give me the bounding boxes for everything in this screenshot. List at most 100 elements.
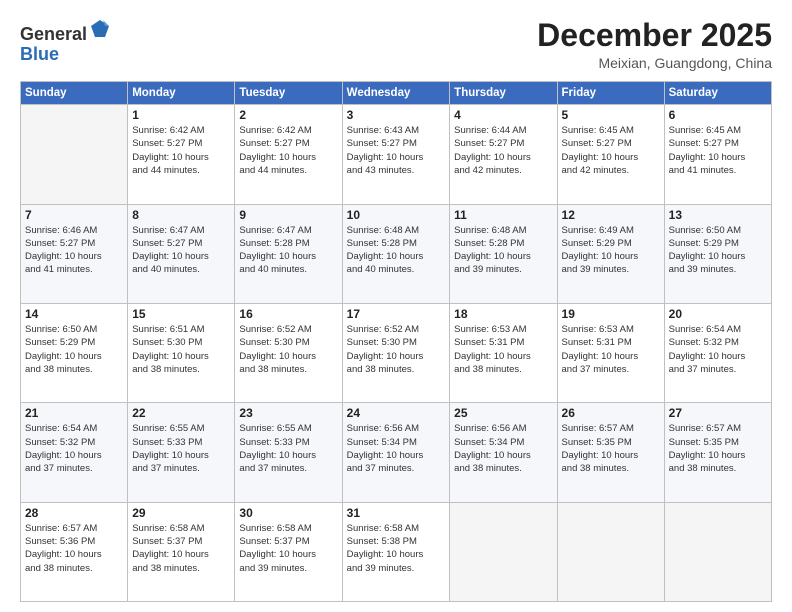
table-row: 3 Sunrise: 6:43 AMSunset: 5:27 PMDaylight… xyxy=(342,105,450,204)
day-number: 30 xyxy=(239,506,337,520)
day-info: Sunrise: 6:48 AMSunset: 5:28 PMDaylight:… xyxy=(347,224,446,277)
day-info: Sunrise: 6:47 AMSunset: 5:27 PMDaylight:… xyxy=(132,224,230,277)
day-info: Sunrise: 6:44 AMSunset: 5:27 PMDaylight:… xyxy=(454,124,552,177)
table-row: 18Sunrise: 6:53 AMSunset: 5:31 PMDayligh… xyxy=(450,303,557,402)
day-number: 8 xyxy=(132,208,230,222)
table-row: 9 Sunrise: 6:47 AMSunset: 5:28 PMDaylight… xyxy=(235,204,342,303)
table-row: 16Sunrise: 6:52 AMSunset: 5:30 PMDayligh… xyxy=(235,303,342,402)
table-row: 27 Sunrise: 6:57 AMSunset: 5:35 PMDayligh… xyxy=(664,403,771,502)
col-monday: Monday xyxy=(128,82,235,105)
day-info: Sunrise: 6:50 AMSunset: 5:29 PMDaylight:… xyxy=(669,224,767,277)
day-number: 7 xyxy=(25,208,123,222)
table-row: 29Sunrise: 6:58 AMSunset: 5:37 PMDayligh… xyxy=(128,502,235,601)
table-row: 1 Sunrise: 6:42 AMSunset: 5:27 PMDaylight… xyxy=(128,105,235,204)
day-info: Sunrise: 6:56 AMSunset: 5:34 PMDaylight:… xyxy=(347,422,446,475)
day-info: Sunrise: 6:51 AMSunset: 5:30 PMDaylight:… xyxy=(132,323,230,376)
table-row: 4Sunrise: 6:44 AMSunset: 5:27 PMDaylight… xyxy=(450,105,557,204)
day-info: Sunrise: 6:58 AMSunset: 5:37 PMDaylight:… xyxy=(239,522,337,575)
day-info: Sunrise: 6:46 AMSunset: 5:27 PMDaylight:… xyxy=(25,224,123,277)
day-info: Sunrise: 6:58 AMSunset: 5:37 PMDaylight:… xyxy=(132,522,230,575)
day-info: Sunrise: 6:45 AMSunset: 5:27 PMDaylight:… xyxy=(669,124,767,177)
calendar-table: Sunday Monday Tuesday Wednesday Thursday… xyxy=(20,81,772,602)
day-info: Sunrise: 6:42 AMSunset: 5:27 PMDaylight:… xyxy=(239,124,337,177)
table-row: 6 Sunrise: 6:45 AMSunset: 5:27 PMDaylight… xyxy=(664,105,771,204)
logo-icon xyxy=(89,18,111,40)
day-number: 2 xyxy=(239,108,337,122)
table-row: 22 Sunrise: 6:55 AMSunset: 5:33 PMDayligh… xyxy=(128,403,235,502)
table-row xyxy=(21,105,128,204)
table-row: 17 Sunrise: 6:52 AMSunset: 5:30 PMDayligh… xyxy=(342,303,450,402)
day-number: 9 xyxy=(239,208,337,222)
day-number: 11 xyxy=(454,208,552,222)
month-title: December 2025 xyxy=(537,18,772,53)
table-row: 19 Sunrise: 6:53 AMSunset: 5:31 PMDayligh… xyxy=(557,303,664,402)
table-row: 5Sunrise: 6:45 AMSunset: 5:27 PMDaylight… xyxy=(557,105,664,204)
day-number: 22 xyxy=(132,406,230,420)
day-number: 31 xyxy=(347,506,446,520)
logo-blue: Blue xyxy=(20,44,59,64)
col-tuesday: Tuesday xyxy=(235,82,342,105)
calendar-row: 7 Sunrise: 6:46 AMSunset: 5:27 PMDaylight… xyxy=(21,204,772,303)
title-area: December 2025 Meixian, Guangdong, China xyxy=(537,18,772,71)
table-row: 2 Sunrise: 6:42 AMSunset: 5:27 PMDaylight… xyxy=(235,105,342,204)
day-info: Sunrise: 6:50 AMSunset: 5:29 PMDaylight:… xyxy=(25,323,123,376)
col-wednesday: Wednesday xyxy=(342,82,450,105)
calendar-row: 14 Sunrise: 6:50 AMSunset: 5:29 PMDayligh… xyxy=(21,303,772,402)
table-row: 31 Sunrise: 6:58 AMSunset: 5:38 PMDayligh… xyxy=(342,502,450,601)
day-number: 28 xyxy=(25,506,123,520)
day-number: 10 xyxy=(347,208,446,222)
day-number: 23 xyxy=(239,406,337,420)
location-subtitle: Meixian, Guangdong, China xyxy=(537,55,772,71)
table-row: 15 Sunrise: 6:51 AMSunset: 5:30 PMDayligh… xyxy=(128,303,235,402)
day-number: 27 xyxy=(669,406,767,420)
day-info: Sunrise: 6:55 AMSunset: 5:33 PMDaylight:… xyxy=(239,422,337,475)
day-info: Sunrise: 6:49 AMSunset: 5:29 PMDaylight:… xyxy=(562,224,660,277)
table-row: 7 Sunrise: 6:46 AMSunset: 5:27 PMDaylight… xyxy=(21,204,128,303)
col-saturday: Saturday xyxy=(664,82,771,105)
day-number: 25 xyxy=(454,406,552,420)
day-info: Sunrise: 6:58 AMSunset: 5:38 PMDaylight:… xyxy=(347,522,446,575)
day-number: 13 xyxy=(669,208,767,222)
day-info: Sunrise: 6:57 AMSunset: 5:35 PMDaylight:… xyxy=(562,422,660,475)
day-info: Sunrise: 6:57 AMSunset: 5:36 PMDaylight:… xyxy=(25,522,123,575)
logo-text: General Blue xyxy=(20,18,111,65)
day-info: Sunrise: 6:47 AMSunset: 5:28 PMDaylight:… xyxy=(239,224,337,277)
table-row xyxy=(450,502,557,601)
table-row: 10 Sunrise: 6:48 AMSunset: 5:28 PMDayligh… xyxy=(342,204,450,303)
table-row: 8 Sunrise: 6:47 AMSunset: 5:27 PMDaylight… xyxy=(128,204,235,303)
day-number: 21 xyxy=(25,406,123,420)
day-info: Sunrise: 6:48 AMSunset: 5:28 PMDaylight:… xyxy=(454,224,552,277)
day-number: 26 xyxy=(562,406,660,420)
table-row: 28 Sunrise: 6:57 AMSunset: 5:36 PMDayligh… xyxy=(21,502,128,601)
table-row: 11 Sunrise: 6:48 AMSunset: 5:28 PMDayligh… xyxy=(450,204,557,303)
day-info: Sunrise: 6:42 AMSunset: 5:27 PMDaylight:… xyxy=(132,124,230,177)
table-row xyxy=(557,502,664,601)
day-number: 12 xyxy=(562,208,660,222)
day-number: 14 xyxy=(25,307,123,321)
day-info: Sunrise: 6:52 AMSunset: 5:30 PMDaylight:… xyxy=(347,323,446,376)
day-number: 19 xyxy=(562,307,660,321)
table-row: 13 Sunrise: 6:50 AMSunset: 5:29 PMDayligh… xyxy=(664,204,771,303)
day-number: 20 xyxy=(669,307,767,321)
calendar-header-row: Sunday Monday Tuesday Wednesday Thursday… xyxy=(21,82,772,105)
day-number: 18 xyxy=(454,307,552,321)
day-number: 3 xyxy=(347,108,446,122)
logo: General Blue xyxy=(20,18,111,65)
table-row: 24 Sunrise: 6:56 AMSunset: 5:34 PMDayligh… xyxy=(342,403,450,502)
page: General Blue December 2025 Meixian, Guan… xyxy=(0,0,792,612)
day-number: 6 xyxy=(669,108,767,122)
day-info: Sunrise: 6:54 AMSunset: 5:32 PMDaylight:… xyxy=(25,422,123,475)
table-row: 20Sunrise: 6:54 AMSunset: 5:32 PMDayligh… xyxy=(664,303,771,402)
col-thursday: Thursday xyxy=(450,82,557,105)
day-number: 1 xyxy=(132,108,230,122)
logo-general: General xyxy=(20,24,87,44)
day-number: 17 xyxy=(347,307,446,321)
table-row: 25Sunrise: 6:56 AMSunset: 5:34 PMDayligh… xyxy=(450,403,557,502)
day-info: Sunrise: 6:57 AMSunset: 5:35 PMDaylight:… xyxy=(669,422,767,475)
day-info: Sunrise: 6:53 AMSunset: 5:31 PMDaylight:… xyxy=(562,323,660,376)
calendar-row: 21 Sunrise: 6:54 AMSunset: 5:32 PMDayligh… xyxy=(21,403,772,502)
day-info: Sunrise: 6:55 AMSunset: 5:33 PMDaylight:… xyxy=(132,422,230,475)
day-info: Sunrise: 6:43 AMSunset: 5:27 PMDaylight:… xyxy=(347,124,446,177)
day-number: 24 xyxy=(347,406,446,420)
day-number: 15 xyxy=(132,307,230,321)
